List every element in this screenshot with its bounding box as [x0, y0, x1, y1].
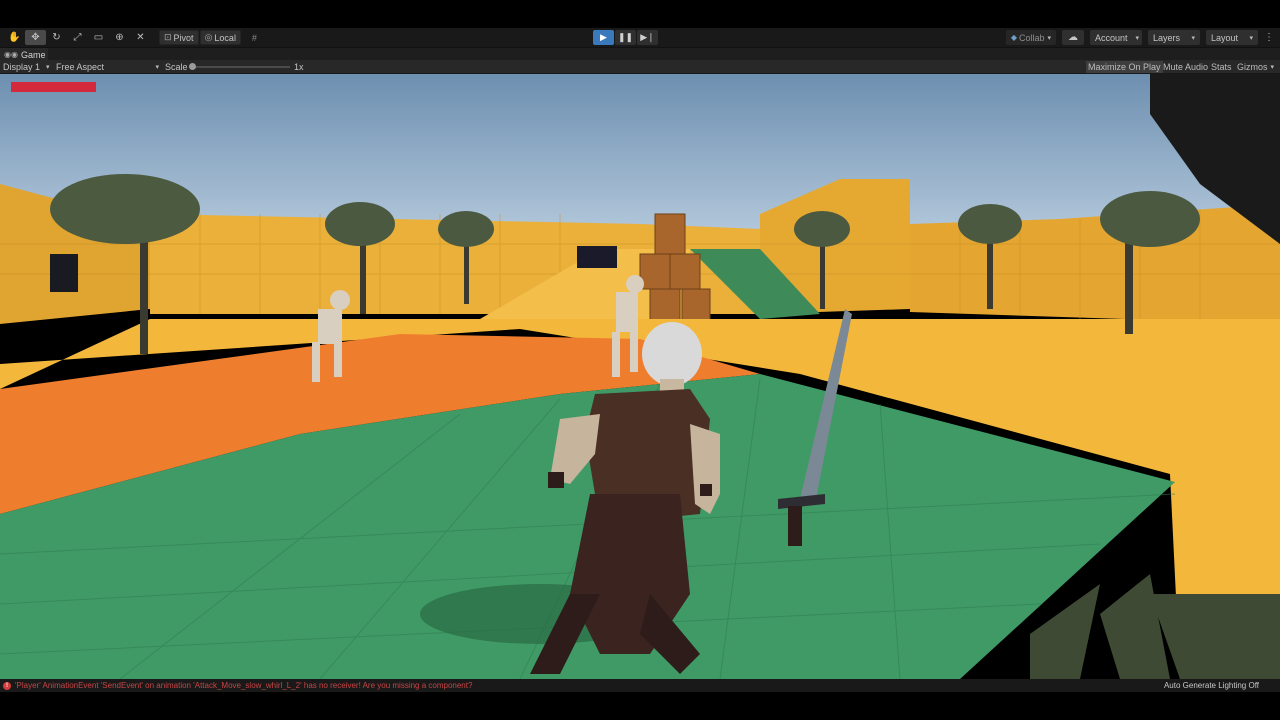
- chevron-down-icon: ▾: [1135, 34, 1140, 42]
- grid-snap-icon[interactable]: #: [244, 30, 265, 45]
- console-error[interactable]: ! 'Player' AnimationEvent 'SendEvent' on…: [3, 681, 472, 690]
- cloud-icon: ☁: [1068, 32, 1078, 43]
- layout-dropdown[interactable]: Layout ▾: [1206, 30, 1258, 45]
- letterbox-top: [0, 0, 1280, 28]
- collab-icon: ◆: [1010, 33, 1017, 42]
- collab-button[interactable]: ◆ Collab ▾: [1005, 30, 1056, 45]
- local-icon: ◎: [204, 32, 213, 42]
- wall-banner-left: [50, 254, 78, 292]
- pivot-icon: ⊡: [164, 32, 172, 42]
- pivot-toggle[interactable]: ⊡ Pivot: [159, 30, 199, 45]
- play-controls: ▶ ❚❚ ▶❘: [593, 30, 659, 45]
- lighting-status[interactable]: Auto Generate Lighting Off: [1164, 681, 1259, 690]
- scale-slider-track[interactable]: [192, 66, 290, 68]
- status-bar: ! 'Player' AnimationEvent 'SendEvent' on…: [0, 679, 1280, 692]
- pause-button[interactable]: ❚❚: [615, 30, 636, 45]
- display-dropdown[interactable]: Display 1 ▾: [3, 61, 51, 73]
- display-label: Display 1: [3, 62, 41, 72]
- stats-toggle[interactable]: Stats: [1209, 61, 1234, 73]
- play-button[interactable]: ▶: [593, 30, 614, 45]
- mute-audio-toggle[interactable]: Mute Audio: [1161, 61, 1210, 73]
- chevron-down-icon: ▾: [155, 64, 159, 71]
- account-dropdown[interactable]: Account ▾: [1090, 30, 1142, 45]
- error-icon: !: [3, 681, 11, 690]
- scale-label: Scale: [165, 62, 188, 72]
- scale-tool-icon[interactable]: ⤢: [67, 30, 88, 45]
- error-message: 'Player' AnimationEvent 'SendEvent' on a…: [15, 681, 473, 690]
- move-tool-icon[interactable]: ✥: [25, 30, 46, 45]
- rect-tool-icon[interactable]: ▭: [88, 30, 109, 45]
- account-label: Account: [1095, 32, 1128, 43]
- player-health-bar: [11, 82, 96, 92]
- layers-label: Layers: [1153, 32, 1181, 43]
- chevron-down-icon: ▾: [1047, 34, 1051, 42]
- gizmos-dropdown[interactable]: Gizmos ▾: [1235, 61, 1276, 73]
- scale-slider-thumb[interactable]: [189, 63, 196, 70]
- chevron-down-icon: ▾: [1191, 34, 1195, 42]
- layers-dropdown[interactable]: Layers ▾: [1148, 30, 1200, 45]
- toolbar-right: ◆ Collab ▾ ☁ Account ▾ Layers ▾ Layout ▾…: [1000, 30, 1274, 45]
- gamepad-icon: ◉◉: [4, 50, 18, 59]
- local-toggle[interactable]: ◎ Local: [199, 30, 241, 45]
- game-viewport[interactable]: [0, 74, 1280, 679]
- game-scene: [0, 74, 1280, 679]
- cloud-button[interactable]: ☁: [1062, 30, 1084, 45]
- chevron-down-icon: ▾: [46, 64, 50, 71]
- hand-tool-icon[interactable]: ✋: [4, 30, 25, 45]
- tab-bar: ◉◉ Game: [0, 47, 1280, 61]
- main-toolbar: ✋ ✥ ↻ ⤢ ▭ ⊕ ✕ ⊡ Pivot ◎ Local # ▶ ❚❚ ▶❘ …: [0, 28, 1280, 47]
- maximize-on-play-toggle[interactable]: Maximize On Play: [1086, 61, 1163, 73]
- pivot-label: Pivot: [173, 32, 194, 43]
- transform-tool-icon[interactable]: ⊕: [109, 30, 130, 45]
- transform-tools: ✋ ✥ ↻ ⤢ ▭ ⊕ ✕: [4, 30, 151, 45]
- aspect-label: Free Aspect: [56, 62, 105, 72]
- aspect-dropdown[interactable]: Free Aspect ▾: [56, 61, 159, 73]
- chevron-down-icon: ▾: [1249, 34, 1253, 42]
- scale-value: 1x: [294, 62, 304, 72]
- custom-tool-icon[interactable]: ✕: [130, 30, 151, 45]
- collab-label: Collab: [1018, 32, 1045, 43]
- step-button[interactable]: ▶❘: [637, 30, 658, 45]
- tab-game-label: Game: [20, 49, 46, 60]
- wall-banner-center: [577, 246, 617, 268]
- letterbox-bottom: [0, 692, 1280, 720]
- gizmos-label: Gizmos: [1237, 62, 1268, 72]
- chevron-down-icon: ▾: [1270, 64, 1275, 71]
- more-options-icon[interactable]: ⋮: [1264, 32, 1274, 43]
- game-control-bar: Display 1 ▾ Free Aspect ▾ Scale 1x Maxim…: [0, 60, 1280, 74]
- local-label: Local: [214, 32, 236, 43]
- layout-label: Layout: [1211, 32, 1239, 43]
- rotate-tool-icon[interactable]: ↻: [46, 30, 67, 45]
